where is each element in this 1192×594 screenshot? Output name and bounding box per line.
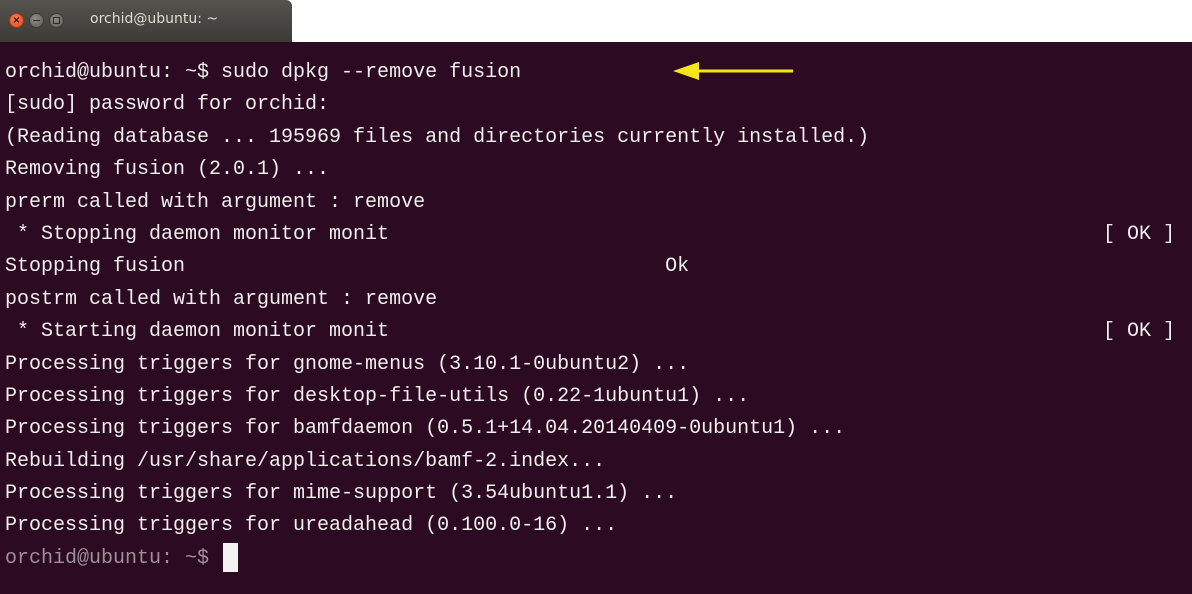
line-text: * Stopping daemon monitor monit [5,222,390,246]
terminal-line: prerm called with argument : remove [5,187,1192,219]
line-text: Processing triggers for gnome-menus (3.1… [5,352,690,376]
line-text: prerm called with argument : remove [5,190,426,214]
terminal-prompt-line: orchid@ubuntu: ~$ [5,543,1192,575]
line-text: (Reading database ... 195969 files and d… [5,125,870,149]
text-cursor [223,543,239,573]
terminal-line: Processing triggers for desktop-file-uti… [5,381,1192,413]
line-text: Rebuilding /usr/share/applications/bamf-… [5,449,606,473]
line-text: [sudo] password for orchid: [5,93,330,117]
terminal-line: Processing triggers for gnome-menus (3.1… [5,349,1192,381]
title-tab: × orchid@ubuntu: ~ [0,0,292,42]
terminal-line: * Stopping daemon monitor monit [ OK ] [5,219,1192,251]
line-text: Processing triggers for desktop-file-uti… [5,384,750,408]
prompt-text: orchid@ubuntu: ~$ [5,546,222,570]
terminal-line: [sudo] password for orchid: [5,89,1192,121]
line-text: Processing triggers for bamfdaemon (0.5.… [5,417,846,441]
terminal-window: × orchid@ubuntu: ~ orchid@ubuntu: ~$ sud… [0,0,1192,594]
terminal-line: * Starting daemon monitor monit [ OK ] [5,316,1192,348]
maximize-icon[interactable] [49,13,64,28]
arrow-left-icon [673,62,793,80]
terminal-line: Removing fusion (2.0.1) ... [5,154,1192,186]
terminal-line: postrm called with argument : remove [5,284,1192,316]
line-text: Removing fusion (2.0.1) ... [5,158,330,182]
close-icon[interactable]: × [9,13,24,28]
line-text: postrm called with argument : remove [5,287,438,311]
line-text: Processing triggers for mime-support (3.… [5,482,678,506]
line-text: Stopping fusion Ok [5,255,690,279]
ok-status: [ OK ] [1103,320,1176,344]
ok-status: [ OK ] [1103,222,1176,246]
window-title: orchid@ubuntu: ~ [90,11,219,27]
terminal-output[interactable]: orchid@ubuntu: ~$ sudo dpkg --remove fus… [5,57,1192,575]
line-text: Processing triggers for ureadahead (0.10… [5,514,618,538]
line-text: orchid@ubuntu: ~$ sudo dpkg --remove fus… [5,61,522,84]
terminal-line: Rebuilding /usr/share/applications/bamf-… [5,446,1192,478]
minimize-icon[interactable] [29,13,44,28]
terminal-line: (Reading database ... 195969 files and d… [5,122,1192,154]
title-bar: × orchid@ubuntu: ~ [0,0,1192,42]
terminal-line: Processing triggers for ureadahead (0.10… [5,510,1192,542]
terminal-line: Processing triggers for bamfdaemon (0.5.… [5,413,1192,445]
line-text: * Starting daemon monitor monit [5,320,390,344]
terminal-line: Stopping fusion Ok [5,251,1192,283]
terminal-line: Processing triggers for mime-support (3.… [5,478,1192,510]
terminal-line: orchid@ubuntu: ~$ sudo dpkg --remove fus… [5,57,1192,89]
